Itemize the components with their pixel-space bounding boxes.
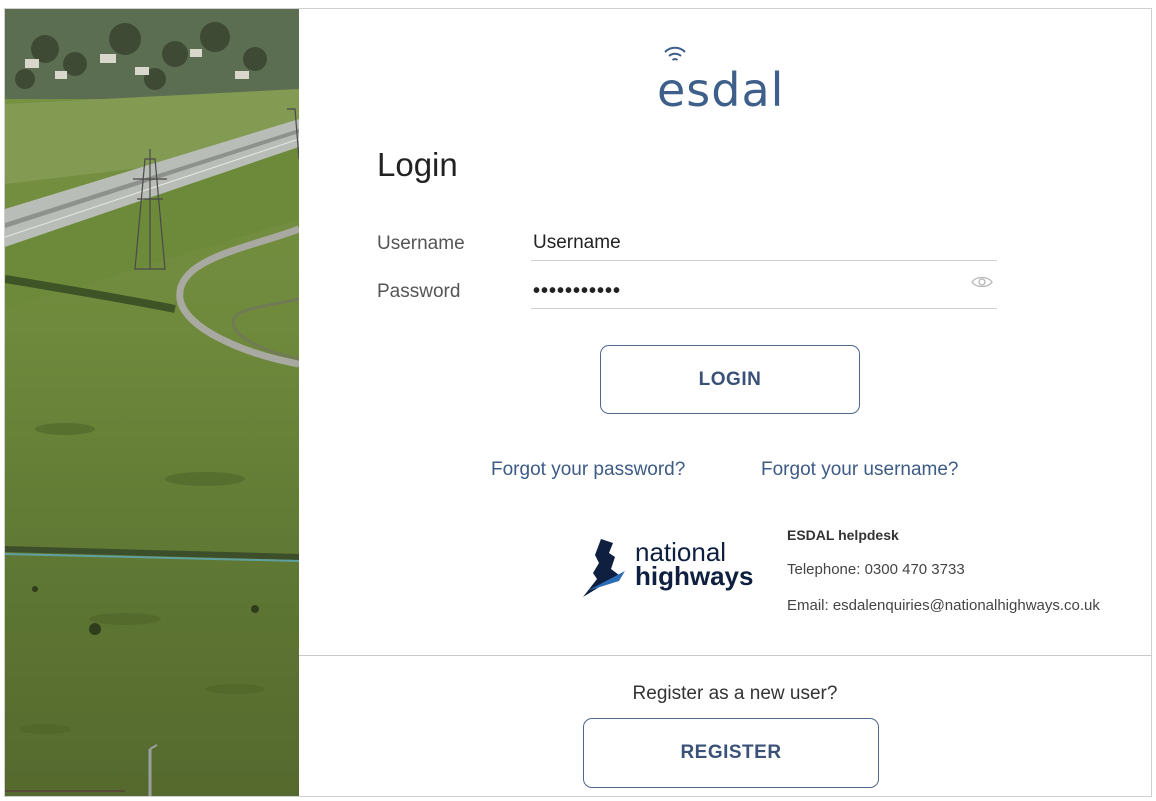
landscape-photo [5, 9, 299, 796]
nh-logo-line2: highways [635, 561, 754, 591]
username-input[interactable] [531, 225, 997, 261]
eye-icon[interactable] [971, 275, 993, 289]
esdal-logo: esdal [657, 43, 817, 123]
national-highways-logo: national highways [579, 535, 763, 599]
divider [299, 655, 1151, 656]
helpdesk-title: ESDAL helpdesk [787, 527, 899, 543]
page-title: Login [377, 146, 458, 183]
forgot-username-link[interactable]: Forgot your username? [761, 459, 959, 481]
username-label: Username [377, 233, 465, 254]
wifi-icon [664, 46, 686, 61]
forgot-password-link[interactable]: Forgot your password? [491, 459, 685, 481]
national-highways-logo-icon [583, 539, 625, 597]
helpdesk-telephone: Telephone: 0300 470 3733 [787, 561, 965, 578]
register-button[interactable]: REGISTER [583, 718, 879, 788]
password-label: Password [377, 281, 461, 302]
brand-name: esdal [657, 63, 785, 117]
login-page: esdal Login Username Password ••••••••••… [4, 8, 1152, 797]
login-button[interactable]: LOGIN [600, 345, 860, 414]
helpdesk-email: Email: esdalenquiries@nationalhighways.c… [787, 597, 1100, 614]
password-input[interactable]: ••••••••••• [531, 273, 997, 309]
login-panel: esdal Login Username Password ••••••••••… [299, 9, 1151, 796]
register-prompt: Register as a new user? [632, 683, 838, 704]
